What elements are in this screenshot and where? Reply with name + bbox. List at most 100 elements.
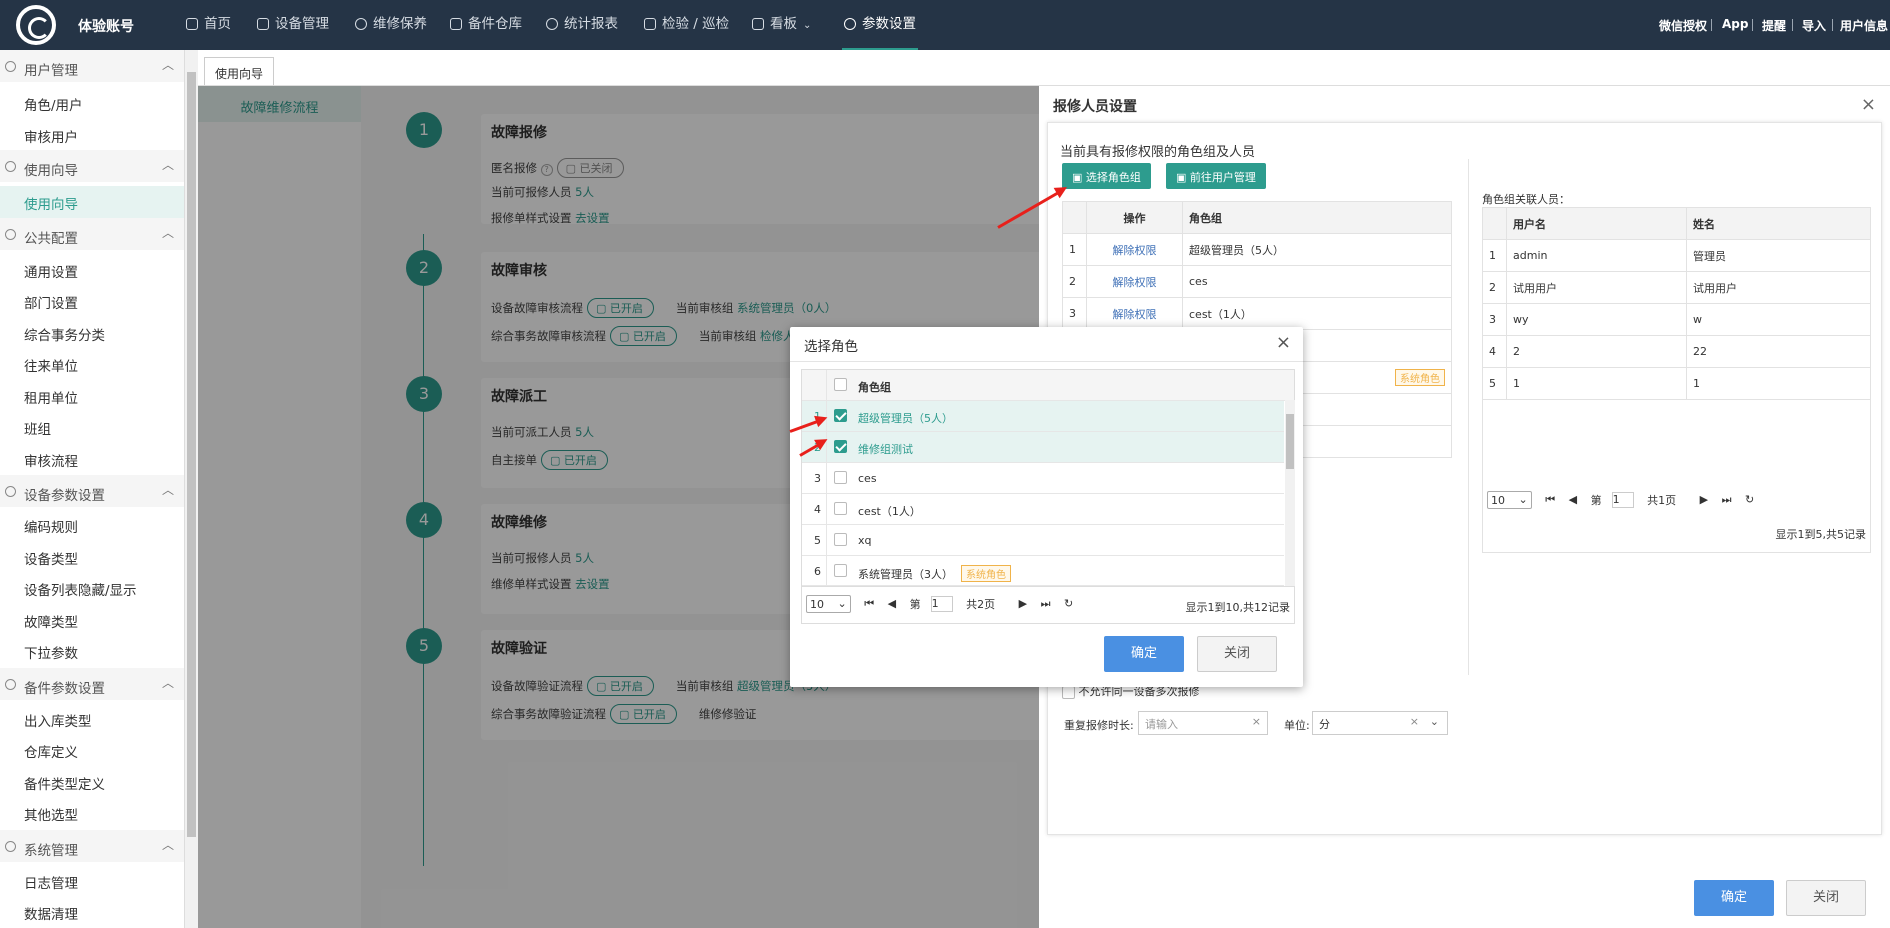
nav-inspection[interactable]: 检验 / 巡检 [644,0,729,50]
sidebar-item-teams[interactable]: 班组 [24,418,51,438]
wechat-auth-link[interactable]: 微信授权 [1659,17,1707,34]
app-link[interactable]: App [1722,17,1748,31]
refresh-icon[interactable]: ↻ [1745,493,1754,506]
next-page-icon[interactable]: ▶ [1700,493,1708,506]
row-checkbox[interactable] [834,563,847,577]
nav-settings[interactable]: 参数设置 [842,0,918,50]
sidebar-item-warehouse-def[interactable]: 仓库定义 [24,741,78,761]
sidebar-item-roles-users[interactable]: 角色/用户 [24,94,83,114]
sidebar-item-data-cleanup[interactable]: 数据清理 [24,903,78,923]
sidebar-item-review-flow[interactable]: 审核流程 [24,450,78,470]
import-link[interactable]: 导入 [1802,17,1826,34]
table-row[interactable]: 4 cest（1人） [802,494,1284,525]
tab-bar: 使用向导 [198,50,1890,86]
drawer-title: 报修人员设置 [1053,99,1137,115]
page-size-select[interactable]: 10 ⌄ [806,595,851,613]
table-row[interactable]: 1 admin 管理员 [1482,239,1871,272]
sidebar-item-code-rules[interactable]: 编码规则 [24,516,78,536]
sidebar-group-guide[interactable]: 使用向导 ︿ [0,150,184,182]
last-page-icon[interactable]: ⏭ [1722,493,1732,507]
sidebar-item-logs[interactable]: 日志管理 [24,872,78,892]
drawer-close-button[interactable]: 关闭 [1786,880,1866,916]
page-size-select[interactable]: 10 ⌄ [1487,491,1532,509]
row-checkbox[interactable] [834,470,847,484]
select-all-checkbox[interactable] [834,377,847,391]
related-users-label: 角色组关联人员： [1482,193,1570,206]
prev-page-icon[interactable]: ◀ [1569,493,1577,506]
reminder-link[interactable]: 提醒 [1762,17,1786,34]
app-logo[interactable] [16,5,56,45]
dialog-ok-button[interactable]: 确定 [1104,636,1184,672]
sidebar-group-device-params[interactable]: 设备参数设置 ︿ [0,475,184,507]
table-scrollbar-thumb[interactable] [1286,414,1294,469]
sidebar-item-other-options[interactable]: 其他选型 [24,804,78,824]
close-icon[interactable]: × [1276,332,1291,353]
row-checkbox[interactable] [834,439,847,453]
page-number-input[interactable]: 第1 共2页 [910,595,1006,612]
no-repeat-checkbox[interactable] [1062,685,1075,699]
row-checkbox[interactable] [834,501,847,515]
table-row[interactable]: 5 xq [802,525,1284,556]
nav-home[interactable]: 首页 [186,0,231,50]
sidebar-item-spare-type-def[interactable]: 备件类型定义 [24,773,105,793]
sidebar-group-public-config[interactable]: 公共配置 ︿ [0,218,184,250]
last-page-icon[interactable]: ⏭ [1041,597,1051,611]
sidebar-item-io-types[interactable]: 出入库类型 [24,710,92,730]
sidebar-item-fault-types[interactable]: 故障类型 [24,611,78,631]
sidebar-group-spare-params[interactable]: 备件参数设置 ︿ [0,668,184,700]
revoke-permission-link[interactable]: 解除权限 [1113,276,1157,289]
prev-page-icon[interactable]: ◀ [888,597,896,610]
unit-select[interactable]: 分 × ⌄ [1312,711,1448,735]
sidebar-group-system[interactable]: 系统管理 ︿ [0,830,184,862]
first-page-icon[interactable]: ⏮ [864,597,874,611]
nav-statistics[interactable]: 统计报表 [546,0,618,50]
role-select-table: 角色组 1超级管理员（5人） 2维修组测试 3ces 4cest（1人） 5xq… [801,369,1295,624]
table-row[interactable]: 3 wy w [1482,303,1871,336]
sidebar-item-dropdown-params[interactable]: 下拉参数 [24,642,78,662]
table-row[interactable]: 2 试用用户 试用用户 [1482,271,1871,304]
nav-warehouse[interactable]: 备件仓库 [450,0,522,50]
repeat-duration-input[interactable]: 请输入 × [1138,711,1268,735]
sidebar-item-rental-units[interactable]: 租用单位 [24,387,78,407]
row-checkbox[interactable] [834,532,847,546]
table-row[interactable]: 6 系统管理员（3人） 系统角色 [802,556,1284,587]
repeat-duration-label: 重复报修时长: [1064,719,1134,732]
sidebar-item-device-types[interactable]: 设备类型 [24,548,78,568]
nav-device-management[interactable]: 设备管理 [257,0,329,50]
sidebar-item-general[interactable]: 通用设置 [24,261,78,281]
revoke-permission-link[interactable]: 解除权限 [1113,244,1157,257]
table-row[interactable]: 1超级管理员（5人） [802,401,1284,432]
dialog-close-button[interactable]: 关闭 [1197,636,1277,672]
sidebar-item-partners[interactable]: 往来单位 [24,355,78,375]
top-navbar: 体验账号 首页 设备管理 维修保养 备件仓库 统计报表 检验 / 巡检 看板 ⌄ … [0,0,1890,50]
table-row[interactable]: 2维修组测试 [802,432,1284,463]
page-number-input[interactable]: 第1 共1页 [1591,491,1687,508]
table-row[interactable]: 4 2 22 [1482,335,1871,368]
revoke-permission-link[interactable]: 解除权限 [1113,308,1157,321]
sidebar-item-review-users[interactable]: 审核用户 [24,126,78,146]
table-header: 用户名 姓名 [1482,207,1871,240]
sidebar-item-departments[interactable]: 部门设置 [24,292,78,312]
clear-icon[interactable]: × [1252,715,1261,728]
table-row: 3 解除权限 cest（1人） [1062,297,1452,330]
refresh-icon[interactable]: ↻ [1064,597,1073,610]
nav-board[interactable]: 看板 ⌄ [752,0,811,50]
row-checkbox[interactable] [834,408,847,422]
next-page-icon[interactable]: ▶ [1019,597,1027,610]
sidebar-item-guide[interactable]: 使用向导 [0,186,184,218]
drawer-ok-button[interactable]: 确定 [1694,880,1774,916]
first-page-icon[interactable]: ⏮ [1545,493,1555,507]
select-role-group-button[interactable]: ▣ 选择角色组 [1062,163,1151,189]
sidebar-item-affairs-category[interactable]: 综合事务分类 [24,324,105,344]
nav-maintenance[interactable]: 维修保养 [355,0,427,50]
tab-guide[interactable]: 使用向导 [204,57,275,85]
goto-user-management-button[interactable]: ▣ 前往用户管理 [1166,163,1266,189]
sidebar-item-device-list-visibility[interactable]: 设备列表隐藏/显示 [24,579,137,599]
close-icon[interactable]: × [1861,94,1876,115]
table-row[interactable]: 3 ces [802,463,1284,494]
sidebar-scrollbar-thumb[interactable] [187,72,196,837]
table-row[interactable]: 511 [1482,367,1871,400]
user-info-link[interactable]: 用户信息 [1840,17,1888,34]
sidebar-group-user-management[interactable]: 用户管理 ︿ [0,50,184,82]
clear-icon[interactable]: × [1410,715,1419,728]
